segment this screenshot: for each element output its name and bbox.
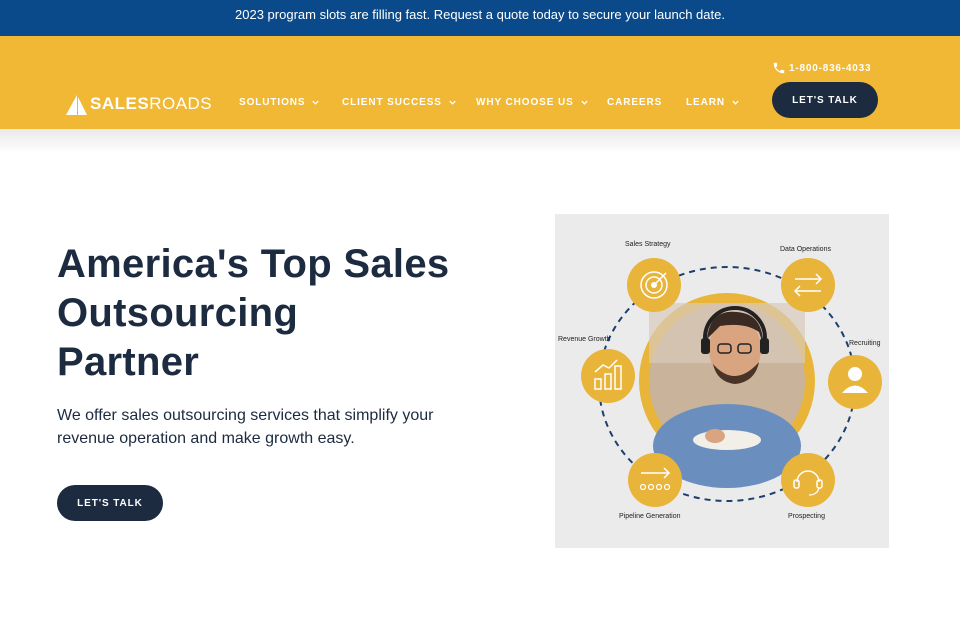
phone-link[interactable]: 1-800-836-4033 — [772, 61, 871, 75]
pipeline-icon — [628, 453, 682, 507]
phone-icon — [773, 62, 785, 74]
label-prospecting: Prospecting — [788, 513, 825, 520]
hero-lets-talk-button[interactable]: LET'S TALK — [57, 485, 163, 521]
nav-learn[interactable]: LEARN — [686, 97, 740, 108]
header-shadow — [0, 129, 960, 153]
chevron-down-icon — [580, 100, 588, 105]
hero-title-line: America's Top Sales — [57, 242, 450, 286]
hero-title: America's Top Sales Outsourcing Partner — [57, 240, 497, 387]
announcement-text: 2023 program slots are filling fast. Req… — [235, 7, 725, 22]
target-icon — [627, 258, 681, 312]
button-label: LET'S TALK — [792, 94, 858, 106]
headset-icon — [781, 453, 835, 507]
nav-solutions[interactable]: SOLUTIONS — [239, 97, 320, 108]
hero-title-line: Partner — [57, 340, 200, 384]
nav-careers[interactable]: CAREERS — [607, 97, 662, 108]
hero-title-line: Outsourcing — [57, 291, 299, 335]
label-sales-strategy: Sales Strategy — [625, 241, 671, 248]
button-label: LET'S TALK — [77, 497, 143, 509]
label-revenue-growth: Revenue Growth — [558, 336, 611, 343]
label-data-operations: Data Operations — [780, 246, 831, 253]
nav-label: LEARN — [686, 97, 725, 108]
sail-logo-icon — [66, 95, 87, 115]
logo[interactable]: SALESROADS — [66, 92, 212, 116]
logo-text: SALESROADS — [90, 94, 213, 113]
nav-label: WHY CHOOSE US — [476, 97, 574, 108]
chevron-down-icon — [449, 100, 456, 105]
nav-client-success[interactable]: CLIENT SUCCESS — [342, 97, 457, 108]
announcement-bar: 2023 program slots are filling fast. Req… — [0, 0, 960, 36]
services-diagram — [581, 258, 882, 507]
chevron-down-icon — [312, 100, 320, 105]
arrows-icon — [781, 258, 835, 312]
chevron-down-icon — [732, 100, 739, 105]
label-pipeline-generation: Pipeline Generation — [619, 513, 681, 520]
nav-label: SOLUTIONS — [239, 97, 306, 108]
nav-label: CLIENT SUCCESS — [342, 97, 442, 108]
header-lets-talk-button[interactable]: LET'S TALK — [772, 82, 878, 118]
hero-subtitle: We offer sales outsourcing services that… — [57, 407, 434, 447]
phone-number: 1-800-836-4033 — [789, 62, 872, 74]
services-graphic: Sales Strategy Data Operations Recruitin… — [555, 214, 889, 548]
nav-label: CAREERS — [607, 97, 663, 108]
label-recruiting: Recruiting — [849, 340, 881, 347]
user-icon — [828, 355, 882, 409]
nav-why-choose-us[interactable]: WHY CHOOSE US — [476, 97, 589, 108]
bar-chart-icon — [581, 349, 635, 403]
